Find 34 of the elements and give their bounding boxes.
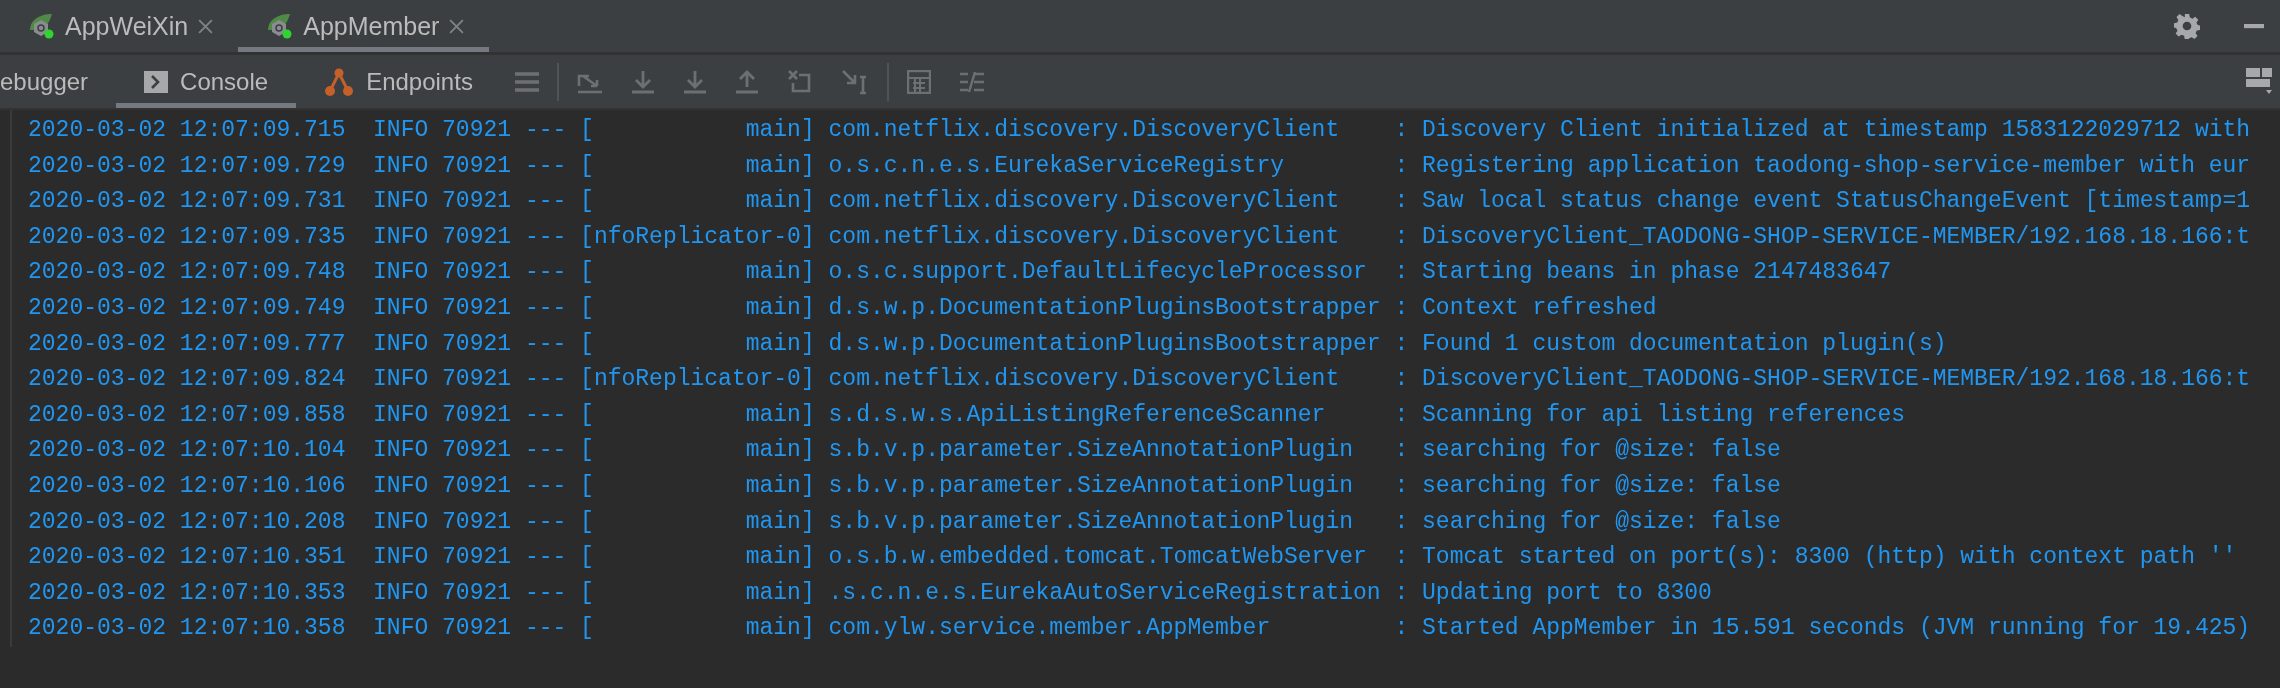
tool-tab[interactable]: Endpoints (296, 55, 501, 108)
close-icon[interactable] (448, 17, 466, 35)
layout-icon[interactable] (2246, 67, 2272, 96)
log-line: 2020-03-02 12:07:09.749 INFO 70921 --- [ main] d.s.w.p.DocumentationPluginsBootstrapper : Context refreshed (27, 293, 1658, 323)
table-icon[interactable] (906, 69, 931, 94)
editor-tab[interactable]: AppWeiXin (0, 0, 239, 52)
log-line: 2020-03-02 12:07:09.748 INFO 70921 --- [ main] o.s.c.support.DefaultLifecycleProcessor : Starting beans in phase 2147483647 (27, 258, 1893, 288)
log-line: 2020-03-02 12:07:09.731 INFO 70921 --- [ main] com.netflix.discovery.DiscoveryClient : Saw local status change event StatusChangeEvent [timestamp=1 (27, 187, 2252, 217)
log-line: 2020-03-02 12:07:10.353 INFO 70921 --- [ main] .s.c.n.e.s.EurekaAutoServiceRegistration : Updating port to 8300 (27, 578, 1713, 608)
console-icon (144, 70, 169, 93)
log-line: 2020-03-02 12:07:09.729 INFO 70921 --- [ main] o.s.c.n.e.s.EurekaServiceRegistry : Registering application taodong-shop-service-member with eur (27, 151, 2252, 181)
log-line: 2020-03-02 12:07:09.824 INFO 70921 --- [nfoReplicator-0] com.netflix.discovery.DiscoveryClient : DiscoveryClient_TAODONG-SHOP-SERVICE-MEMBER/192.168.18.166:t (27, 365, 2252, 395)
log-line: 2020-03-02 12:07:10.351 INFO 70921 --- [ main] o.s.b.w.embedded.tomcat.TomcatWebServer : Tomcat started on port(s): 8300 (http) with context path '' (27, 543, 2238, 573)
download-icon[interactable] (630, 69, 655, 94)
log-line: 2020-03-02 12:07:09.777 INFO 70921 --- [ main] d.s.w.p.DocumentationPluginsBootstrapper : Found 1 custom documentation plugin(s) (27, 329, 1948, 359)
tool-tab[interactable]: Console (116, 55, 297, 108)
log-line: 2020-03-02 12:07:10.104 INFO 70921 --- [ main] s.b.v.p.parameter.SizeAnnotationPlugin : searching for @size: false (27, 436, 1782, 466)
clear-icon[interactable] (786, 68, 813, 95)
upload-icon[interactable] (734, 69, 759, 94)
log-line: 2020-03-02 12:07:10.106 INFO 70921 --- [ main] s.b.v.p.parameter.SizeAnnotationPlugin : searching for @size: false (27, 471, 1782, 501)
log-line: 2020-03-02 12:07:10.208 INFO 70921 --- [ main] s.b.v.p.parameter.SizeAnnotationPlugin : searching for @size: false (27, 507, 1782, 537)
minimize-icon[interactable] (2242, 23, 2266, 29)
settings-icon[interactable] (2174, 13, 2200, 39)
menu-icon[interactable] (514, 70, 539, 93)
tool-tab[interactable]: ebugger (0, 55, 117, 108)
log-line: 2020-03-02 12:07:09.858 INFO 70921 --- [ main] s.d.s.w.s.ApiListingReferenceScanner : Scanning for api listing references (27, 400, 1907, 430)
cursor-arrow-icon[interactable] (840, 68, 869, 95)
download-icon[interactable] (682, 69, 707, 94)
compare-icon[interactable] (958, 70, 985, 93)
log-line: 2020-03-02 12:07:10.358 INFO 70921 --- [ main] com.ylw.service.member.AppMember : Started AppMember in 15.591 seconds (JVM running for 19.425) (27, 614, 2252, 644)
endpoints-icon (324, 66, 355, 97)
close-icon[interactable] (197, 17, 215, 35)
log-line: 2020-03-02 12:07:09.715 INFO 70921 --- [ main] com.netflix.discovery.DiscoveryClient : Discovery Client initialized at timestamp 1583122029712 with (27, 116, 2252, 145)
log-line: 2020-03-02 12:07:09.735 INFO 70921 --- [nfoReplicator-0] com.netflix.discovery.DiscoveryClient : DiscoveryClient_TAODONG-SHOP-SERVICE-MEMBER/192.168.18.166:t (27, 222, 2252, 252)
